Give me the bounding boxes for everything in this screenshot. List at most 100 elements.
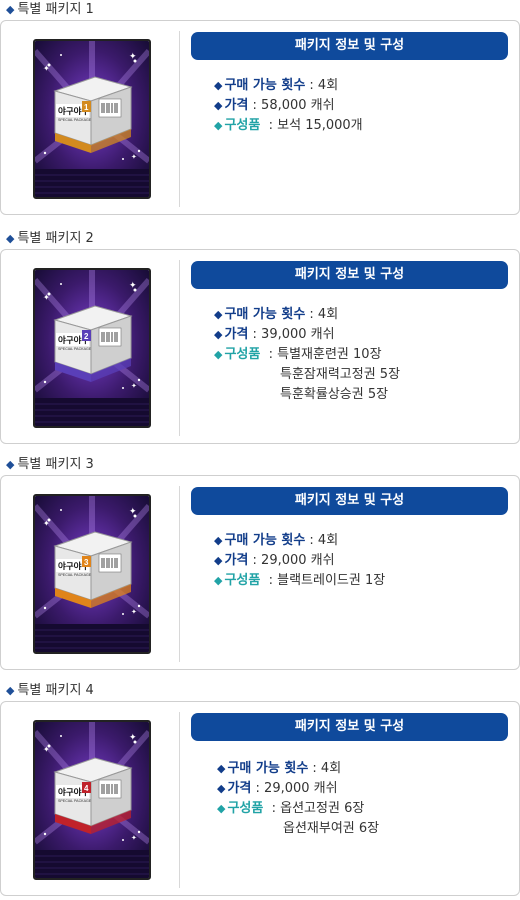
svg-text:✦: ✦	[43, 293, 50, 302]
purchase-count-value: : 4회	[309, 307, 339, 322]
diamond-icon: ◆	[6, 3, 15, 16]
package-title-text: 특별 패키지 2	[17, 231, 94, 246]
svg-text:✦: ✦	[131, 382, 137, 390]
diamond-icon: ◆	[214, 328, 223, 341]
package-image: 야구야구 SPECIAL PACKAGE 3 ✦ ✦ ✦	[33, 494, 151, 654]
package-image: 야구야구 SPECIAL PACKAGE 4 ✦ ✦ ✦	[33, 720, 151, 880]
item-value: : 보석 15,000개	[268, 118, 363, 133]
svg-text:✦: ✦	[43, 745, 50, 754]
package-title-text: 특별 패키지 1	[17, 2, 94, 17]
diamond-icon: ◆	[217, 802, 226, 815]
package-info: ◆ 구매 가능 횟수 : 4회 ◆ 가격 : 29,000 캐쉬 ◆ 구성품 : 옵션…	[217, 759, 379, 839]
package-card: 야구야구 SPECIAL PACKAGE 1 ✦ ✦ ✦ 패키지 정보 및 구성…	[0, 20, 520, 215]
package-card: 야구야구 SPECIAL PACKAGE 3 ✦ ✦ ✦ 패키지 정보 및 구성…	[0, 475, 520, 670]
price-value: : 39,000 캐쉬	[252, 327, 335, 342]
price-label: 가격	[227, 781, 252, 796]
item-value: : 블랙트레이드권 1장	[268, 573, 386, 588]
item-value-extra: 옵션재부여권 6장	[283, 821, 380, 836]
card-divider	[179, 486, 180, 662]
price-label: 가격	[224, 98, 249, 113]
diamond-icon: ◆	[6, 458, 15, 471]
svg-text:SPECIAL PACKAGE: SPECIAL PACKAGE	[58, 118, 92, 122]
card-divider	[179, 260, 180, 436]
package-title: ◆ 특별 패키지 3	[6, 455, 94, 475]
items-row: ◆ 구성품 : 특별재훈련권 10장	[214, 345, 400, 365]
price-value: : 29,000 캐쉬	[252, 553, 335, 568]
purchase-count-row: ◆ 구매 가능 횟수 : 4회	[214, 76, 363, 96]
diamond-icon: ◆	[6, 232, 15, 245]
package-info-header: 패키지 정보 및 구성	[191, 487, 508, 515]
purchase-count-label: 구매 가능 횟수	[224, 78, 306, 93]
items-label: 구성품	[227, 801, 264, 816]
svg-text:SPECIAL PACKAGE: SPECIAL PACKAGE	[58, 347, 92, 351]
svg-text:✦: ✦	[131, 153, 137, 161]
package-title: ◆ 특별 패키지 2	[6, 229, 94, 249]
package-info-header: 패키지 정보 및 구성	[191, 713, 508, 741]
items-row: ◆ 구성품 : 옵션고정권 6장	[217, 799, 379, 819]
diamond-icon: ◆	[217, 762, 226, 775]
purchase-count-value: : 4회	[309, 533, 339, 548]
purchase-count-value: : 4회	[312, 761, 342, 776]
package-box-illustration: 야구야구 SPECIAL PACKAGE 3 ✦ ✦ ✦	[35, 496, 149, 652]
purchase-count-label: 구매 가능 횟수	[224, 533, 306, 548]
items-row: ◆ 구성품 : 보석 15,000개	[214, 116, 363, 136]
svg-text:✦: ✦	[131, 834, 137, 842]
purchase-count-row: ◆ 구매 가능 횟수 : 4회	[214, 305, 400, 325]
diamond-icon: ◆	[214, 554, 223, 567]
svg-text:✦: ✦	[43, 64, 50, 73]
price-row: ◆ 가격 : 58,000 캐쉬	[214, 96, 363, 116]
package-box-illustration: 야구야구 SPECIAL PACKAGE 2 ✦ ✦ ✦	[35, 270, 149, 426]
package-card: 야구야구 SPECIAL PACKAGE 4 ✦ ✦ ✦ 패키지 정보 및 구성…	[0, 701, 520, 896]
items-label: 구성품	[224, 573, 261, 588]
diamond-icon: ◆	[214, 99, 223, 112]
price-label: 가격	[224, 553, 249, 568]
purchase-count-row: ◆ 구매 가능 횟수 : 4회	[217, 759, 379, 779]
price-row: ◆ 가격 : 39,000 캐쉬	[214, 325, 400, 345]
svg-text:✦: ✦	[129, 281, 137, 291]
price-value: : 29,000 캐쉬	[255, 781, 338, 796]
item-value-extra: 특훈확률상승권 5장	[280, 387, 389, 402]
item-value: : 특별재훈련권 10장	[268, 347, 382, 362]
svg-text:3: 3	[84, 558, 89, 567]
card-divider	[179, 31, 180, 207]
package-card: 야구야구 SPECIAL PACKAGE 2 ✦ ✦ ✦ 패키지 정보 및 구성…	[0, 249, 520, 444]
price-row: ◆ 가격 : 29,000 캐쉬	[217, 779, 379, 799]
items-label: 구성품	[224, 118, 261, 133]
svg-text:1: 1	[84, 103, 89, 112]
svg-text:4: 4	[84, 784, 89, 793]
package-info-header: 패키지 정보 및 구성	[191, 261, 508, 289]
diamond-icon: ◆	[214, 574, 223, 587]
package-image: 야구야구 SPECIAL PACKAGE 2 ✦ ✦ ✦	[33, 268, 151, 428]
items-label: 구성품	[224, 347, 261, 362]
svg-text:✦: ✦	[129, 507, 137, 517]
package-image: 야구야구 SPECIAL PACKAGE 1 ✦ ✦ ✦	[33, 39, 151, 199]
package-title: ◆ 특별 패키지 1	[6, 0, 94, 20]
price-row: ◆ 가격 : 29,000 캐쉬	[214, 551, 385, 571]
svg-text:✦: ✦	[43, 519, 50, 528]
diamond-icon: ◆	[214, 308, 223, 321]
package-info-header: 패키지 정보 및 구성	[191, 32, 508, 60]
item-value-extra: 특훈잠재력고정권 5장	[280, 367, 401, 382]
item-value: : 옵션고정권 6장	[271, 801, 365, 816]
package-title-text: 특별 패키지 3	[17, 457, 94, 472]
svg-text:✦: ✦	[129, 733, 137, 743]
diamond-icon: ◆	[214, 119, 223, 132]
diamond-icon: ◆	[214, 348, 223, 361]
svg-text:2: 2	[84, 332, 89, 341]
price-label: 가격	[224, 327, 249, 342]
package-title-text: 특별 패키지 4	[17, 683, 94, 698]
package-info: ◆ 구매 가능 횟수 : 4회 ◆ 가격 : 39,000 캐쉬 ◆ 구성품 : 특별…	[214, 305, 400, 405]
purchase-count-label: 구매 가능 횟수	[224, 307, 306, 322]
svg-text:SPECIAL PACKAGE: SPECIAL PACKAGE	[58, 799, 92, 803]
purchase-count-value: : 4회	[309, 78, 339, 93]
package-info: ◆ 구매 가능 횟수 : 4회 ◆ 가격 : 58,000 캐쉬 ◆ 구성품 : 보석…	[214, 76, 363, 136]
svg-text:✦: ✦	[129, 52, 137, 62]
package-box-illustration: 야구야구 SPECIAL PACKAGE 4 ✦ ✦ ✦	[35, 722, 149, 878]
diamond-icon: ◆	[6, 684, 15, 697]
items-row: ◆ 구성품 : 블랙트레이드권 1장	[214, 571, 385, 591]
svg-text:SPECIAL PACKAGE: SPECIAL PACKAGE	[58, 573, 92, 577]
package-box-illustration: 야구야구 SPECIAL PACKAGE 1 ✦ ✦ ✦	[35, 41, 149, 197]
price-value: : 58,000 캐쉬	[252, 98, 335, 113]
package-info: ◆ 구매 가능 횟수 : 4회 ◆ 가격 : 29,000 캐쉬 ◆ 구성품 : 블랙…	[214, 531, 385, 591]
diamond-icon: ◆	[214, 79, 223, 92]
